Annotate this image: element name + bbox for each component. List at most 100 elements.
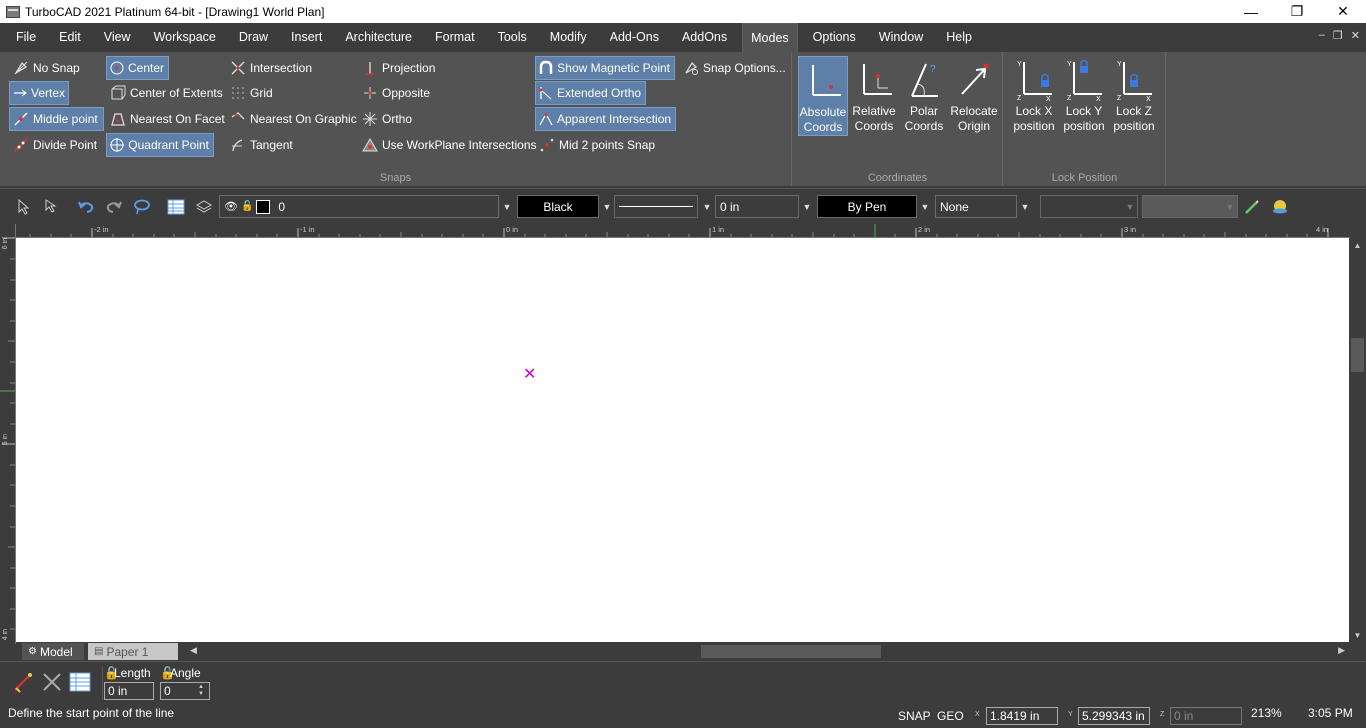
line-style-dropdown-icon[interactable]: ▼ [699,195,715,218]
menu-modify[interactable]: Modify [542,23,595,52]
relocate-origin-label-2: Origin [957,119,990,133]
color-dropdown-icon[interactable]: ▼ [599,195,615,218]
no-snap-button[interactable]: No Snap [10,56,84,80]
properties-icon[interactable] [69,672,91,695]
vertical-scrollbar[interactable]: ▲ ▼ [1349,238,1366,642]
center-of-extents-snap-button[interactable]: Center of Extents [107,81,227,105]
menu-tools[interactable]: Tools [490,23,535,52]
menu-window[interactable]: Window [871,23,931,52]
tab-model[interactable]: ⚙ Model [22,643,84,660]
middle-point-snap-button[interactable]: Middle point [9,107,104,131]
vertex-snap-button[interactable]: Vertex [9,81,69,105]
redo-icon[interactable] [104,197,124,217]
menu-modes[interactable]: Modes [742,23,798,52]
menu-help[interactable]: Help [938,23,980,52]
drawing-canvas[interactable]: ✕ [16,238,1349,642]
scroll-left-icon[interactable]: ◀ [190,645,197,656]
tab-paper-label: Paper 1 [106,644,149,659]
x-coordinate-field[interactable]: 1.8419 in [986,707,1058,725]
line-style-select[interactable] [614,195,698,218]
lock-icon[interactable]: 🔓 [241,201,253,212]
menu-file[interactable]: File [8,23,44,52]
snap-options-button[interactable]: Snap Options... [680,56,790,80]
mid-2-points-snap-button[interactable]: Mid 2 points Snap [536,133,659,157]
relocate-origin-label-1: Relocate [950,104,998,118]
menu-add-ons[interactable]: Add-Ons [602,23,667,52]
menu-options[interactable]: Options [805,23,864,52]
lasso-icon[interactable] [132,197,152,217]
scroll-down-icon[interactable]: ▼ [1349,631,1366,640]
eyedropper-icon[interactable] [1242,197,1262,217]
layer-dropdown-icon[interactable]: ▼ [499,195,515,218]
quadrant-point-snap-button[interactable]: Quadrant Point [106,133,214,157]
pattern-dropdown-icon[interactable]: ▼ [1017,195,1033,218]
opposite-snap-button[interactable]: Opposite [359,81,434,105]
material-icon[interactable] [1270,197,1290,217]
line-width-dropdown-icon[interactable]: ▼ [799,195,815,218]
layers-icon[interactable] [194,197,214,217]
workplane-intersections-snap-button[interactable]: Use WorkPlane Intersections [359,133,541,157]
menu-edit[interactable]: Edit [51,23,89,52]
pattern-select[interactable]: None [935,195,1017,218]
layer-select[interactable]: 👁 🔓 0 [219,195,499,218]
visibility-eye-icon[interactable]: 👁 [224,200,238,213]
lock-y-position-button[interactable]: Y Z X Lock Y position [1059,56,1109,136]
doc-close-button[interactable]: ✕ [1351,29,1360,42]
cancel-icon[interactable] [42,672,62,695]
lock-x-position-button[interactable]: Y Z X Lock X position [1009,56,1059,136]
menu-architecture[interactable]: Architecture [337,23,420,52]
undo-icon[interactable] [76,197,96,217]
menu-addons[interactable]: AddOns [674,23,735,52]
edit-tool-icon[interactable] [42,197,62,217]
turbocad-app-icon[interactable] [6,5,20,18]
menu-view[interactable]: View [96,23,139,52]
absolute-coords-button[interactable]: Absolute Coords [798,56,848,136]
menu-insert[interactable]: Insert [283,23,330,52]
divide-point-snap-button[interactable]: Divide Point [10,133,101,157]
restore-button[interactable]: ❐ [1274,0,1320,23]
menu-format[interactable]: Format [427,23,483,52]
pen-select[interactable]: By Pen [817,195,917,218]
menu-draw[interactable]: Draw [231,23,276,52]
doc-restore-button[interactable]: ❐ [1333,29,1343,42]
tangent-snap-button[interactable]: Tangent [227,133,297,157]
horizontal-scrollbar[interactable]: ◀ ▶ [186,643,1350,660]
nearest-on-facet-snap-button[interactable]: Nearest On Facet [107,107,229,131]
no-snap-label: No Snap [33,61,80,75]
ortho-snap-button[interactable]: Ortho [359,107,416,131]
geo-status[interactable]: GEO [937,709,964,723]
select-arrow-icon[interactable] [14,197,34,217]
coordinates-panel: Absolute Coords Relative Coords ? Polar … [793,52,1003,186]
minimize-button[interactable]: — [1228,0,1274,23]
vertical-scroll-thumb[interactable] [1351,338,1364,372]
z-coordinate-field[interactable]: 0 in [1170,707,1242,725]
color-select[interactable]: Black [517,195,599,218]
scroll-up-icon[interactable]: ▲ [1349,241,1366,250]
y-coordinate-field[interactable]: 5.299343 in [1078,707,1150,725]
tab-paper-1[interactable]: ▤ Paper 1 [88,643,178,660]
intersection-snap-button[interactable]: Intersection [227,56,316,80]
doc-minimize-button[interactable]: – [1319,29,1325,42]
center-snap-button[interactable]: Center [106,56,169,80]
length-input[interactable]: 0 in [104,682,154,700]
angle-spinner-icon[interactable]: ▲ ▼ [198,684,204,698]
nearest-on-graphic-snap-button[interactable]: Nearest On Graphic [227,107,361,131]
projection-snap-button[interactable]: Projection [359,56,439,80]
lock-z-position-button[interactable]: Y Z X Lock Z position [1109,56,1159,136]
line-tool-icon[interactable] [12,672,36,697]
extended-ortho-button[interactable]: Extended Ortho [535,81,646,105]
snap-status[interactable]: SNAP [898,709,931,723]
menu-workspace[interactable]: Workspace [146,23,224,52]
polar-coords-button[interactable]: ? Polar Coords [899,56,949,136]
horizontal-scroll-thumb[interactable] [701,645,881,658]
apparent-intersection-button[interactable]: Apparent Intersection [535,107,676,131]
table-icon[interactable] [166,197,186,217]
relative-coords-button[interactable]: Relative Coords [849,56,899,136]
line-width-input[interactable]: 0 in [715,195,799,218]
scroll-right-icon[interactable]: ▶ [1338,645,1345,656]
relocate-origin-button[interactable]: Relocate Origin [949,56,999,136]
pen-dropdown-icon[interactable]: ▼ [917,195,933,218]
grid-snap-button[interactable]: Grid [227,81,277,105]
show-magnetic-point-button[interactable]: Show Magnetic Point [535,56,675,80]
close-button[interactable]: ✕ [1320,0,1366,23]
